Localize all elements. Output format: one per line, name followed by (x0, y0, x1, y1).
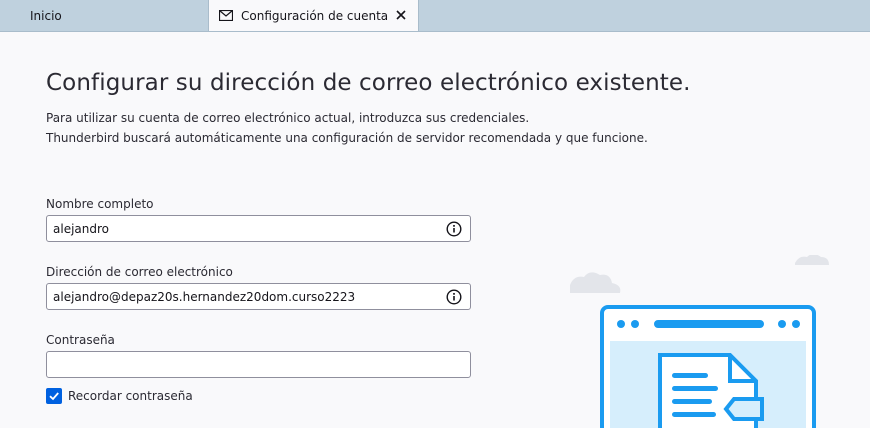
description-line-1: Para utilizar su cuenta de correo electr… (46, 111, 530, 125)
email-label: Dirección de correo electrónico (46, 265, 233, 279)
tab-account-setup[interactable]: Configuración de cuenta (208, 0, 419, 31)
tab-home[interactable]: Inicio (0, 0, 208, 31)
info-icon[interactable] (446, 221, 462, 237)
full-name-input[interactable]: alejandro (46, 215, 471, 242)
full-name-value: alejandro (53, 221, 109, 236)
password-input[interactable] (46, 351, 471, 378)
info-icon[interactable] (446, 289, 462, 305)
tab-bar: Inicio Configuración de cuenta (0, 0, 870, 32)
checkmark-icon (49, 392, 59, 401)
tab-account-setup-label: Configuración de cuenta (241, 8, 389, 23)
remember-password-checkbox[interactable] (46, 388, 62, 404)
password-label: Contraseña (46, 333, 115, 347)
page-title: Configurar su dirección de correo electr… (46, 70, 691, 96)
tab-home-label: Inicio (30, 8, 62, 23)
description-line-2: Thunderbird buscará automáticamente una … (46, 131, 648, 145)
browser-document-illustration (570, 255, 829, 428)
remember-password-label[interactable]: Recordar contraseña (68, 389, 193, 403)
close-icon[interactable] (394, 8, 408, 22)
email-input[interactable]: alejandro@depaz20s.hernandez20dom.curso2… (46, 283, 471, 310)
full-name-label: Nombre completo (46, 197, 154, 211)
email-value: alejandro@depaz20s.hernandez20dom.curso2… (53, 289, 356, 304)
mail-icon (219, 10, 233, 21)
